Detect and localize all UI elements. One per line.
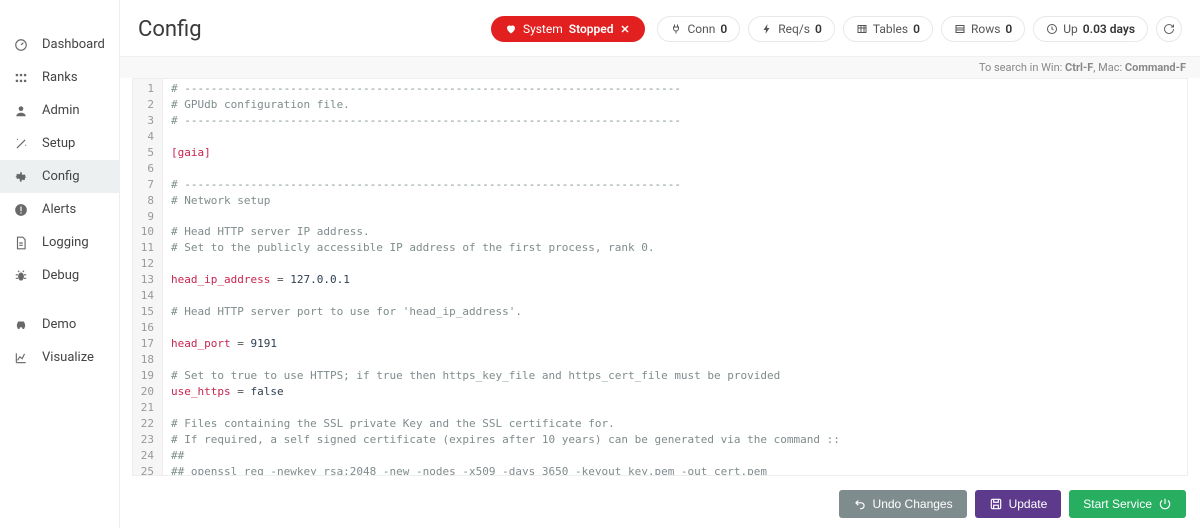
sidebar-item-setup[interactable]: Setup bbox=[0, 127, 119, 160]
config-editor[interactable]: 1234567891011121314151617181920212223242… bbox=[132, 78, 1188, 476]
file-icon bbox=[14, 236, 32, 250]
rows-icon bbox=[954, 23, 966, 35]
sidebar-item-label: Debug bbox=[42, 268, 79, 283]
sidebar-item-label: Config bbox=[42, 169, 80, 184]
search-hint: To search in Win: Ctrl-F, Mac: Command-F bbox=[120, 57, 1200, 78]
wand-icon bbox=[14, 137, 32, 151]
editor-gutter: 1234567891011121314151617181920212223242… bbox=[133, 79, 163, 475]
dashboard-icon bbox=[14, 38, 32, 52]
sidebar-item-config[interactable]: Config bbox=[0, 160, 119, 193]
undo-icon bbox=[853, 497, 867, 511]
ranks-icon bbox=[14, 71, 32, 85]
stat-chip-tables[interactable]: Tables0 bbox=[843, 16, 933, 42]
stat-chip-up[interactable]: Up0.03 days bbox=[1033, 16, 1148, 42]
stat-chip-reqs[interactable]: Req/s0 bbox=[748, 16, 835, 42]
bug-icon bbox=[14, 269, 32, 283]
gear-icon bbox=[14, 170, 32, 184]
sidebar-item-dashboard[interactable]: Dashboard bbox=[0, 28, 119, 61]
close-icon bbox=[619, 23, 631, 35]
status-state: Stopped bbox=[569, 22, 614, 36]
table-icon bbox=[856, 23, 868, 35]
sidebar-item-ranks[interactable]: Ranks bbox=[0, 61, 119, 94]
start-service-button[interactable]: Start Service bbox=[1069, 490, 1186, 518]
sidebar-item-logging[interactable]: Logging bbox=[0, 226, 119, 259]
system-status-pill[interactable]: System Stopped bbox=[491, 16, 646, 42]
sidebar-item-alerts[interactable]: Alerts bbox=[0, 193, 119, 226]
sidebar-item-admin[interactable]: Admin bbox=[0, 94, 119, 127]
undo-changes-button[interactable]: Undo Changes bbox=[839, 490, 967, 518]
sidebar-item-label: Logging bbox=[42, 235, 89, 250]
power-icon bbox=[1158, 497, 1172, 511]
chart-icon bbox=[14, 351, 32, 365]
topbar: Config System Stopped Conn0 Req/s0 Tables0… bbox=[120, 0, 1200, 57]
save-icon bbox=[989, 497, 1003, 511]
refresh-button[interactable] bbox=[1156, 16, 1182, 42]
stat-chip-rows[interactable]: Rows0 bbox=[941, 16, 1025, 42]
sidebar-item-label: Visualize bbox=[42, 350, 94, 365]
sidebar: Dashboard Ranks Admin Setup Config Alerts Logg… bbox=[0, 0, 120, 528]
heart-icon bbox=[505, 23, 517, 35]
stat-chip-conn[interactable]: Conn0 bbox=[657, 16, 740, 42]
status-prefix: System bbox=[523, 22, 563, 36]
footer: Undo Changes Update Start Service bbox=[120, 482, 1200, 528]
sidebar-item-label: Demo bbox=[42, 317, 76, 332]
user-icon bbox=[14, 104, 32, 118]
bolt-icon bbox=[761, 23, 773, 35]
sidebar-item-label: Ranks bbox=[42, 70, 78, 85]
page-title: Config bbox=[138, 17, 202, 42]
sidebar-item-visualize[interactable]: Visualize bbox=[0, 341, 119, 374]
alert-icon bbox=[14, 203, 32, 217]
sidebar-item-label: Admin bbox=[42, 103, 80, 118]
stats-row: Conn0 Req/s0 Tables0 Rows0 Up0.03 days bbox=[657, 16, 1156, 42]
update-button[interactable]: Update bbox=[975, 490, 1062, 518]
sidebar-item-demo[interactable]: Demo bbox=[0, 308, 119, 341]
plug-icon bbox=[670, 23, 682, 35]
sidebar-item-debug[interactable]: Debug bbox=[0, 259, 119, 292]
sidebar-item-label: Alerts bbox=[42, 202, 76, 217]
sidebar-item-label: Dashboard bbox=[42, 37, 105, 52]
clock-icon bbox=[1046, 23, 1058, 35]
editor-code[interactable]: # --------------------------------------… bbox=[163, 79, 1187, 475]
sidebar-item-label: Setup bbox=[42, 136, 75, 151]
car-icon bbox=[14, 318, 32, 332]
